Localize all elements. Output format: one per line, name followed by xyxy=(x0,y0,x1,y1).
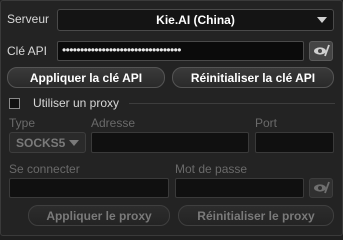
proxy-type-label: Type xyxy=(9,116,36,130)
proxy-password-label: Mot de passe xyxy=(175,162,248,176)
proxy-address-label: Adresse xyxy=(91,116,136,130)
proxy-login-label: Se connecter xyxy=(9,162,80,176)
proxy-port-input[interactable] xyxy=(255,132,334,153)
api-key-input[interactable]: ••••••••••••••••••••••••••••••••• xyxy=(57,41,304,61)
chevron-down-icon xyxy=(317,17,327,23)
section-divider xyxy=(129,103,335,104)
eye-icon xyxy=(314,44,330,57)
apply-proxy-button[interactable]: Appliquer le proxy xyxy=(28,205,170,226)
server-select[interactable]: Kie.AI (China) xyxy=(57,9,334,31)
proxy-port-label: Port xyxy=(255,116,278,130)
proxy-login-input[interactable] xyxy=(9,178,169,198)
api-key-value: ••••••••••••••••••••••••••••••••• xyxy=(62,43,181,57)
proxy-type-select[interactable]: SOCKS5 xyxy=(9,132,86,153)
server-label: Serveur xyxy=(7,12,50,26)
reset-proxy-button[interactable]: Réinitialiser le proxy xyxy=(178,205,334,226)
api-settings-panel: Serveur Kie.AI (China) Clé API •••••••••… xyxy=(0,0,343,236)
reset-api-key-button[interactable]: Réinitialiser la clé API xyxy=(172,67,334,88)
show-key-button[interactable] xyxy=(309,41,333,61)
server-value: Kie.AI (China) xyxy=(156,13,235,27)
proxy-password-input[interactable] xyxy=(175,178,304,198)
api-key-label: Clé API xyxy=(7,44,48,58)
show-proxy-password-button[interactable] xyxy=(309,178,333,198)
proxy-type-value: SOCKS5 xyxy=(16,135,66,150)
eye-icon xyxy=(314,181,330,194)
use-proxy-label: Utiliser un proxy xyxy=(33,96,120,110)
proxy-address-input[interactable] xyxy=(91,132,249,153)
use-proxy-checkbox[interactable] xyxy=(9,98,20,109)
chevron-down-icon xyxy=(69,140,79,146)
apply-api-key-button[interactable]: Appliquer la clé API xyxy=(7,67,165,88)
